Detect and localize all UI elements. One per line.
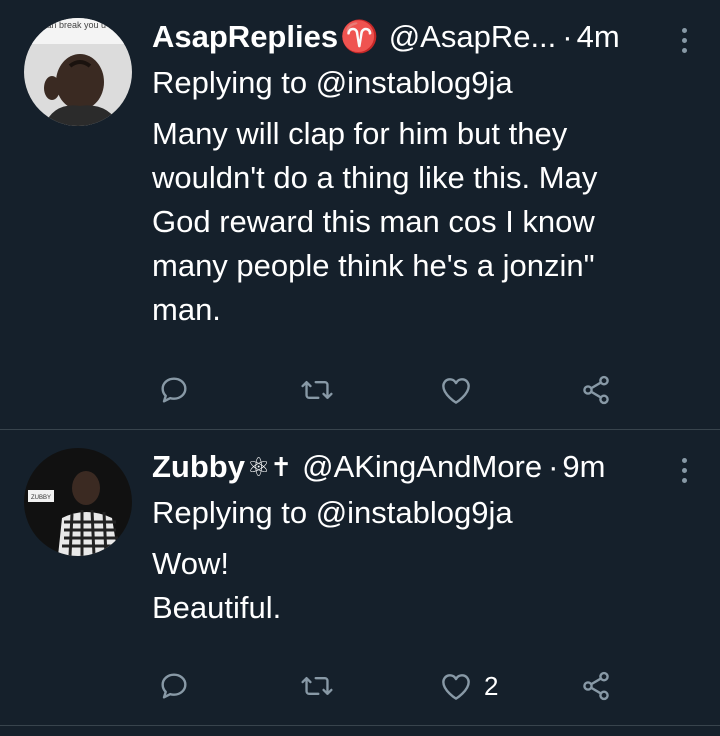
display-name[interactable]: Zubby — [152, 444, 245, 490]
tweet-text-line: many people think he's a jonzin" — [152, 248, 595, 283]
tweet[interactable]: ZUBBY Zubby ⚛✝ @AKingAndMore · 9m Replyi… — [0, 430, 720, 726]
share-icon — [583, 671, 609, 701]
retweet-icon — [301, 380, 333, 400]
retweet-button[interactable] — [300, 668, 334, 704]
tweet-text-line: Many will clap for him but they — [152, 116, 568, 151]
reply-icon — [161, 673, 187, 699]
tweet-text-line: man. — [152, 292, 221, 327]
reply-button[interactable] — [158, 668, 190, 704]
share-button[interactable] — [580, 668, 612, 704]
timestamp[interactable]: 9m — [562, 444, 605, 490]
tweet-text-line: Beautiful. — [152, 590, 282, 625]
display-name[interactable]: AsapReplies — [152, 14, 338, 60]
heart-icon — [442, 378, 470, 404]
tweet-text: Wow! Beautiful. — [152, 542, 696, 630]
tweet-text-line: Wow! — [152, 546, 229, 581]
replying-to[interactable]: Replying to @instablog9ja — [152, 490, 696, 536]
avatar-caption-text: ZUBBY — [31, 495, 51, 501]
tweet[interactable]: can break you u are single AsapReplies ♈… — [0, 0, 720, 430]
user-handle[interactable]: @AsapRe... — [389, 14, 557, 60]
like-count: 2 — [484, 670, 499, 701]
reply-button[interactable] — [158, 372, 190, 408]
tweet-text-line: wouldn't do a thing like this. May — [152, 160, 598, 195]
share-icon — [583, 375, 609, 405]
tweet-text-line: God reward this man cos I know — [152, 204, 595, 239]
retweet-button[interactable] — [300, 372, 334, 408]
like-button[interactable]: 2 — [440, 668, 498, 704]
avatar[interactable]: can break you u are single — [24, 18, 132, 126]
timestamp[interactable]: 4m — [577, 14, 620, 60]
avatar-caption-text: can break you u are single — [42, 20, 132, 30]
retweet-icon — [301, 676, 333, 696]
tweet-header: Zubby ⚛✝ @AKingAndMore · 9m — [152, 444, 696, 490]
user-handle[interactable]: @AKingAndMore — [302, 444, 542, 490]
name-emoji: ⚛✝ — [247, 452, 293, 482]
avatar[interactable]: ZUBBY — [24, 448, 132, 556]
tweet-text: Many will clap for him but they wouldn't… — [152, 112, 696, 332]
replying-to[interactable]: Replying to @instablog9ja — [152, 60, 696, 106]
more-vertical-icon[interactable] — [672, 28, 696, 53]
like-button[interactable] — [440, 372, 472, 408]
separator-dot: · — [548, 449, 559, 484]
reply-icon — [161, 377, 187, 403]
name-emoji: ♈ — [340, 19, 379, 54]
tweet-header: AsapReplies ♈ @AsapRe... · 4m — [152, 14, 696, 60]
more-vertical-icon[interactable] — [672, 458, 696, 483]
share-button[interactable] — [580, 372, 612, 408]
heart-icon — [442, 674, 470, 700]
separator-dot: · — [562, 19, 573, 54]
